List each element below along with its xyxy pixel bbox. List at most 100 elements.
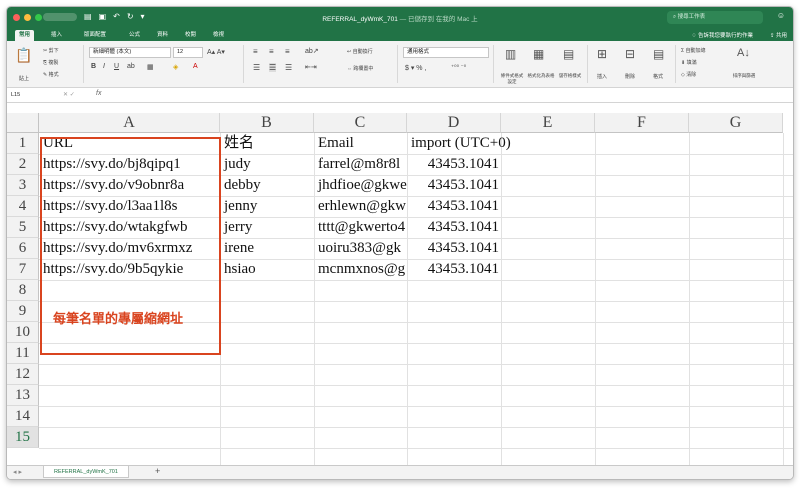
- worksheet-grid[interactable]: A B C D E F G 1 2 3 4 5 6 7 8 9 10 11 12 13 14 15 URL 姓名 Email im…: [7, 103, 793, 465]
- tab-view[interactable]: 檢視: [209, 30, 228, 41]
- row-header-3[interactable]: 3: [7, 175, 39, 196]
- cell-d7[interactable]: 43453.1041: [408, 259, 502, 280]
- cancel-confirm-icons[interactable]: ✕ ✓: [63, 91, 75, 98]
- font-color-icon[interactable]: A: [193, 63, 198, 70]
- column-header-c[interactable]: C: [314, 113, 407, 133]
- fill-color-icon[interactable]: ◈: [173, 63, 178, 71]
- cell-b4[interactable]: jenny: [221, 196, 314, 217]
- row-header-10[interactable]: 10: [7, 322, 39, 343]
- row-header-9[interactable]: 9: [7, 301, 39, 322]
- italic-button[interactable]: I: [103, 63, 105, 70]
- cell-a6[interactable]: https://svy.do/mv6xrmxz: [40, 238, 220, 259]
- paste-button[interactable]: 貼上: [19, 75, 29, 82]
- row-header-12[interactable]: 12: [7, 364, 39, 385]
- indent-icon[interactable]: ⇤⇥: [305, 63, 317, 71]
- cut-button[interactable]: ✂ 剪下: [43, 47, 59, 54]
- sheet-tab-active[interactable]: REFERRAL_dyWmK_701: [43, 466, 129, 478]
- format-cells-icon[interactable]: ▤: [653, 47, 664, 61]
- column-header-b[interactable]: B: [220, 113, 314, 133]
- align-bottom-icon[interactable]: ≡: [285, 47, 290, 56]
- conditional-format-icon[interactable]: ▥: [505, 47, 516, 61]
- cell-c7[interactable]: mcnmxnos@g: [315, 259, 407, 280]
- tell-me-search[interactable]: ♢ 告訴我您要執行的作業: [692, 31, 753, 39]
- delete-cells-icon[interactable]: ⊟: [625, 47, 635, 61]
- cell-c6[interactable]: uoiru383@gk: [315, 238, 407, 259]
- cell-a3[interactable]: https://svy.do/v9obnr8a: [40, 175, 220, 196]
- cell-styles-button[interactable]: 儲存格樣式: [557, 73, 583, 79]
- row-header-1[interactable]: 1: [7, 133, 39, 154]
- cell-d4[interactable]: 43453.1041: [408, 196, 502, 217]
- wrap-text-button[interactable]: ↩ 自動換行: [347, 48, 373, 55]
- cell-d6[interactable]: 43453.1041: [408, 238, 502, 259]
- tab-home[interactable]: 常用: [15, 30, 35, 41]
- cell-d3[interactable]: 43453.1041: [408, 175, 502, 196]
- decimal-icons[interactable]: ⁺⁰⁰ ⁻⁰: [451, 64, 466, 71]
- row-header-8[interactable]: 8: [7, 280, 39, 301]
- cell-b7[interactable]: hsiao: [221, 259, 314, 280]
- align-middle-icon[interactable]: ≡: [269, 47, 274, 56]
- increase-font-icon[interactable]: A▴ A▾: [207, 48, 225, 56]
- clear-button[interactable]: ◇ 清除: [681, 71, 696, 78]
- tab-formulas[interactable]: 公式: [125, 30, 144, 41]
- cell-c4[interactable]: erhlewn@gkw: [315, 196, 407, 217]
- row-header-2[interactable]: 2: [7, 154, 39, 175]
- header-cell-c1[interactable]: Email: [315, 133, 407, 154]
- font-size-select[interactable]: 12: [173, 47, 203, 58]
- name-box[interactable]: L15: [11, 91, 47, 100]
- cell-d5[interactable]: 43453.1041: [408, 217, 502, 238]
- column-header-e[interactable]: E: [501, 113, 595, 133]
- bold-button[interactable]: B: [91, 63, 96, 70]
- cell-b6[interactable]: irene: [221, 238, 314, 259]
- cell-b5[interactable]: jerry: [221, 217, 314, 238]
- insert-cells-icon[interactable]: ⊞: [597, 47, 607, 61]
- orientation-icon[interactable]: ab↗: [305, 47, 319, 55]
- cell-a2[interactable]: https://svy.do/bj8qipq1: [40, 154, 220, 175]
- column-header-d[interactable]: D: [407, 113, 501, 133]
- paste-icon[interactable]: 📋: [15, 47, 32, 64]
- user-icon[interactable]: ☺: [777, 11, 785, 20]
- insert-button[interactable]: 插入: [597, 73, 607, 80]
- cell-b2[interactable]: judy: [221, 154, 314, 175]
- row-header-4[interactable]: 4: [7, 196, 39, 217]
- tab-review[interactable]: 校閱: [181, 30, 200, 41]
- align-top-icon[interactable]: ≡: [253, 47, 258, 56]
- underline-button[interactable]: U: [114, 63, 119, 70]
- format-as-table-button[interactable]: 格式化為表格: [527, 73, 555, 79]
- row-header-15[interactable]: 15: [7, 427, 39, 448]
- select-all-corner[interactable]: [7, 113, 39, 133]
- header-cell-d1[interactable]: import (UTC+0): [408, 133, 548, 154]
- autosum-button[interactable]: Σ 自動加總: [681, 47, 706, 54]
- add-sheet-button[interactable]: +: [155, 466, 160, 476]
- search-sheet-input[interactable]: ⌕ 搜尋工作表: [667, 11, 763, 24]
- insert-function-icon[interactable]: fx: [96, 90, 101, 97]
- borders-icon[interactable]: ▦: [147, 63, 154, 71]
- cell-a4[interactable]: https://svy.do/l3aa1l8s: [40, 196, 220, 217]
- column-header-a[interactable]: A: [39, 113, 220, 133]
- sheet-nav-arrows[interactable]: ◂ ▸: [13, 468, 22, 476]
- merge-center-button[interactable]: ⇔ 跨欄置中: [347, 65, 373, 72]
- number-format-select[interactable]: 通用格式: [403, 47, 489, 58]
- copy-button[interactable]: ⎘ 複製: [43, 59, 58, 66]
- tab-data[interactable]: 資料: [153, 30, 172, 41]
- row-header-14[interactable]: 14: [7, 406, 39, 427]
- column-header-f[interactable]: F: [595, 113, 689, 133]
- cell-styles-icon[interactable]: ▤: [563, 47, 574, 61]
- row-header-5[interactable]: 5: [7, 217, 39, 238]
- header-cell-a1[interactable]: URL: [40, 133, 220, 154]
- cell-c5[interactable]: tttt@gkwerto4: [315, 217, 407, 238]
- cell-c3[interactable]: jhdfioe@gkwe: [315, 175, 407, 196]
- conditional-format-button[interactable]: 條件式格式設定: [499, 73, 525, 85]
- header-cell-b1[interactable]: 姓名: [221, 133, 314, 154]
- font-name-select[interactable]: 新細明體 (本文): [89, 47, 171, 58]
- cell-a7[interactable]: https://svy.do/9b5qykie: [40, 259, 220, 280]
- sort-filter-icon[interactable]: A↓: [737, 47, 750, 59]
- sort-filter-button[interactable]: 排序與篩選: [731, 73, 757, 79]
- align-left-icon[interactable]: ☰: [253, 63, 260, 72]
- column-header-g[interactable]: G: [689, 113, 783, 133]
- currency-icon[interactable]: $ ▾ % ,: [405, 64, 426, 72]
- row-header-7[interactable]: 7: [7, 259, 39, 280]
- tab-page-layout[interactable]: 版面配置: [80, 30, 110, 41]
- format-button[interactable]: 格式: [653, 73, 663, 80]
- format-table-icon[interactable]: ▦: [533, 47, 544, 61]
- delete-button[interactable]: 刪除: [625, 73, 635, 80]
